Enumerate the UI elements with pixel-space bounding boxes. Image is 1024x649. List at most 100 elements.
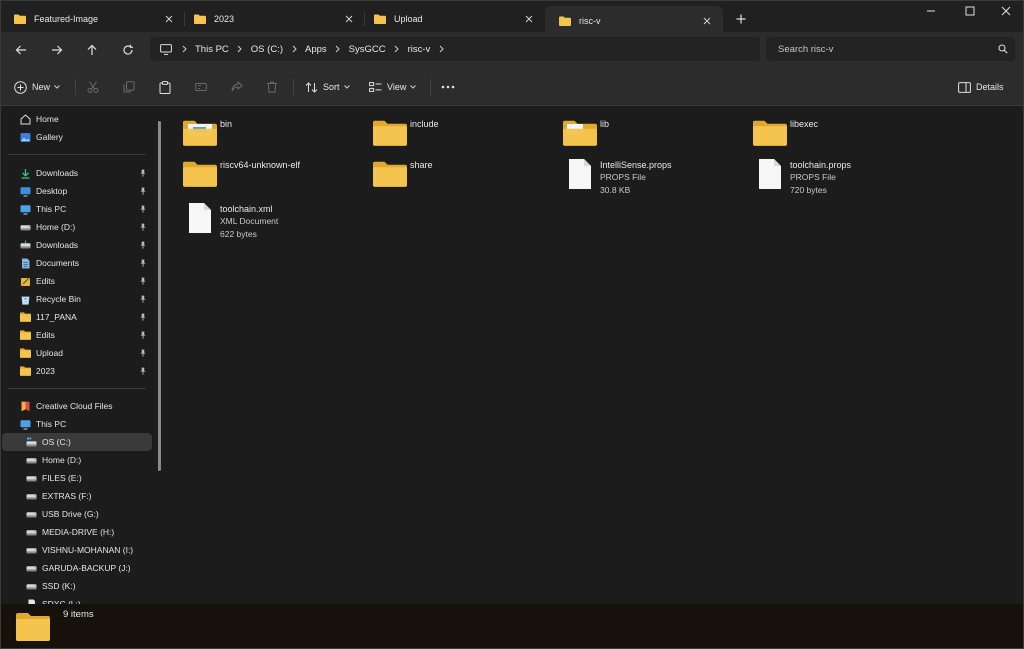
chevron-right-icon[interactable] <box>236 44 244 54</box>
sidebar-item-home[interactable]: Home <box>2 110 152 128</box>
pin-icon[interactable] <box>138 312 148 322</box>
breadcrumb-os-c[interactable]: OS (C:) <box>244 44 290 55</box>
tab-2023[interactable]: 2023 <box>180 6 365 32</box>
pin-icon[interactable] <box>138 276 148 286</box>
sidebar-item-117-pana[interactable]: 117_PANA <box>2 308 152 326</box>
close-tab-icon[interactable] <box>163 13 175 25</box>
sidebar-scrollbar[interactable] <box>158 121 161 471</box>
maximize-button[interactable] <box>959 2 981 20</box>
search-input[interactable]: Search risc-v <box>778 44 991 55</box>
back-button[interactable] <box>11 40 31 60</box>
sidebar-item-os-c[interactable]: OS (C:) <box>2 433 152 451</box>
chevron-right-icon[interactable] <box>180 44 188 54</box>
cut-icon <box>87 81 99 93</box>
sidebar-item-upload[interactable]: Upload <box>2 344 152 362</box>
up-button[interactable] <box>82 40 102 60</box>
tab-upload[interactable]: Upload <box>360 6 545 32</box>
document-icon <box>562 156 598 192</box>
pin-icon[interactable] <box>138 366 148 376</box>
forward-button[interactable] <box>47 40 67 60</box>
sidebar-item-sdxc-l[interactable]: SDXC (L:) <box>2 595 152 604</box>
view-button[interactable]: View <box>369 77 417 97</box>
paste-button[interactable] <box>159 77 171 97</box>
sidebar-item-this-pc[interactable]: This PC <box>2 415 152 433</box>
search-box[interactable]: Search risc-v <box>766 37 1015 61</box>
more-options-button[interactable] <box>441 77 455 97</box>
new-button[interactable]: New <box>14 77 60 97</box>
sidebar-item-2023[interactable]: 2023 <box>2 362 152 380</box>
chevron-right-icon[interactable] <box>290 44 298 54</box>
folder-item-bin[interactable]: bin <box>182 115 362 155</box>
share-button[interactable] <box>231 77 243 97</box>
sidebar-item-extras-f[interactable]: EXTRAS (F:) <box>2 487 152 505</box>
pin-icon[interactable] <box>138 168 148 178</box>
file-item-toolchain-props[interactable]: toolchain.props PROPS File 720 bytes <box>752 156 932 196</box>
sidebar-item-home-d[interactable]: Home (D:) <box>2 451 152 469</box>
sort-label: Sort <box>323 82 340 92</box>
file-item-intellisense-props[interactable]: IntelliSense.props PROPS File 30.8 KB <box>562 156 742 196</box>
file-item-toolchain-xml[interactable]: toolchain.xml XML Document 622 bytes <box>182 200 362 240</box>
close-tab-icon[interactable] <box>701 15 713 27</box>
close-tab-icon[interactable] <box>343 13 355 25</box>
folder-item-libexec[interactable]: libexec <box>752 115 932 155</box>
sidebar-item-desktop[interactable]: Desktop <box>2 182 152 200</box>
sidebar-item-downloads[interactable]: Downloads <box>2 164 152 182</box>
sidebar-item-files-e[interactable]: FILES (E:) <box>2 469 152 487</box>
drive-icon <box>26 491 37 502</box>
sidebar-item-label: 2023 <box>36 366 55 376</box>
breadcrumb-this-pc[interactable]: This PC <box>188 44 236 55</box>
breadcrumb-sysgcc[interactable]: SysGCC <box>342 44 393 55</box>
sidebar-item-edits[interactable]: Edits <box>2 326 152 344</box>
sidebar-item-recycle-bin[interactable]: Recycle Bin <box>2 290 152 308</box>
folder-item-lib[interactable]: lib <box>562 115 742 155</box>
breadcrumb-apps[interactable]: Apps <box>298 44 334 55</box>
copy-button[interactable] <box>123 77 135 97</box>
sidebar-item-vishnu-mohanan-i[interactable]: VISHNU-MOHANAN (I:) <box>2 541 152 559</box>
file-name: toolchain.props <box>790 160 852 170</box>
sidebar-item-this-pc[interactable]: This PC <box>2 200 152 218</box>
search-icon[interactable] <box>991 44 1015 54</box>
new-tab-button[interactable] <box>732 10 750 28</box>
rename-button[interactable] <box>195 77 207 97</box>
sidebar-item-home-d[interactable]: Home (D:) <box>2 218 152 236</box>
sidebar-item-media-drive-h[interactable]: MEDIA-DRIVE (H:) <box>2 523 152 541</box>
sidebar-item-ssd-k[interactable]: SSD (K:) <box>2 577 152 595</box>
chevron-right-icon[interactable] <box>334 44 342 54</box>
back-arrow-icon <box>15 45 26 55</box>
folder-item-share[interactable]: share <box>372 156 552 196</box>
sidebar-item-gallery[interactable]: Gallery <box>2 128 152 146</box>
folder-item-include[interactable]: include <box>372 115 552 155</box>
sidebar-item-label: Home <box>36 114 59 124</box>
pin-icon[interactable] <box>138 348 148 358</box>
pin-icon[interactable] <box>138 294 148 304</box>
sidebar-item-usb-drive-g[interactable]: USB Drive (G:) <box>2 505 152 523</box>
sidebar-item-edits[interactable]: Edits <box>2 272 152 290</box>
chevron-right-icon[interactable] <box>393 44 401 54</box>
pin-icon[interactable] <box>138 258 148 268</box>
pin-icon[interactable] <box>138 186 148 196</box>
folder-item-riscv64-unknown-elf[interactable]: riscv64-unknown-elf <box>182 156 362 196</box>
pin-icon[interactable] <box>138 240 148 250</box>
tab-featured-image[interactable]: Featured-Image <box>0 6 185 32</box>
refresh-button[interactable] <box>118 40 138 60</box>
pin-icon[interactable] <box>138 204 148 214</box>
breadcrumb-risc-v[interactable]: risc-v <box>401 44 438 55</box>
sidebar-item-garuda-backup-j[interactable]: GARUDA-BACKUP (J:) <box>2 559 152 577</box>
breadcrumb[interactable]: This PC OS (C:) Apps SysGCC risc-v <box>150 37 760 61</box>
delete-button[interactable] <box>266 77 278 97</box>
drive-icon <box>26 527 37 538</box>
sidebar-item-downloads[interactable]: Downloads <box>2 236 152 254</box>
chevron-right-icon[interactable] <box>437 44 445 54</box>
close-window-button[interactable] <box>995 2 1017 20</box>
close-tab-icon[interactable] <box>523 13 535 25</box>
cut-button[interactable] <box>87 77 99 97</box>
sidebar-item-documents[interactable]: Documents <box>2 254 152 272</box>
details-button[interactable]: Details <box>958 77 1008 97</box>
sidebar-item-label: USB Drive (G:) <box>42 509 99 519</box>
sidebar-item-creative-cloud-files[interactable]: Creative Cloud Files <box>2 397 152 415</box>
pin-icon[interactable] <box>138 222 148 232</box>
minimize-button[interactable] <box>920 2 942 20</box>
pin-icon[interactable] <box>138 330 148 340</box>
sort-button[interactable]: Sort <box>305 77 350 97</box>
sort-icon <box>305 81 318 93</box>
